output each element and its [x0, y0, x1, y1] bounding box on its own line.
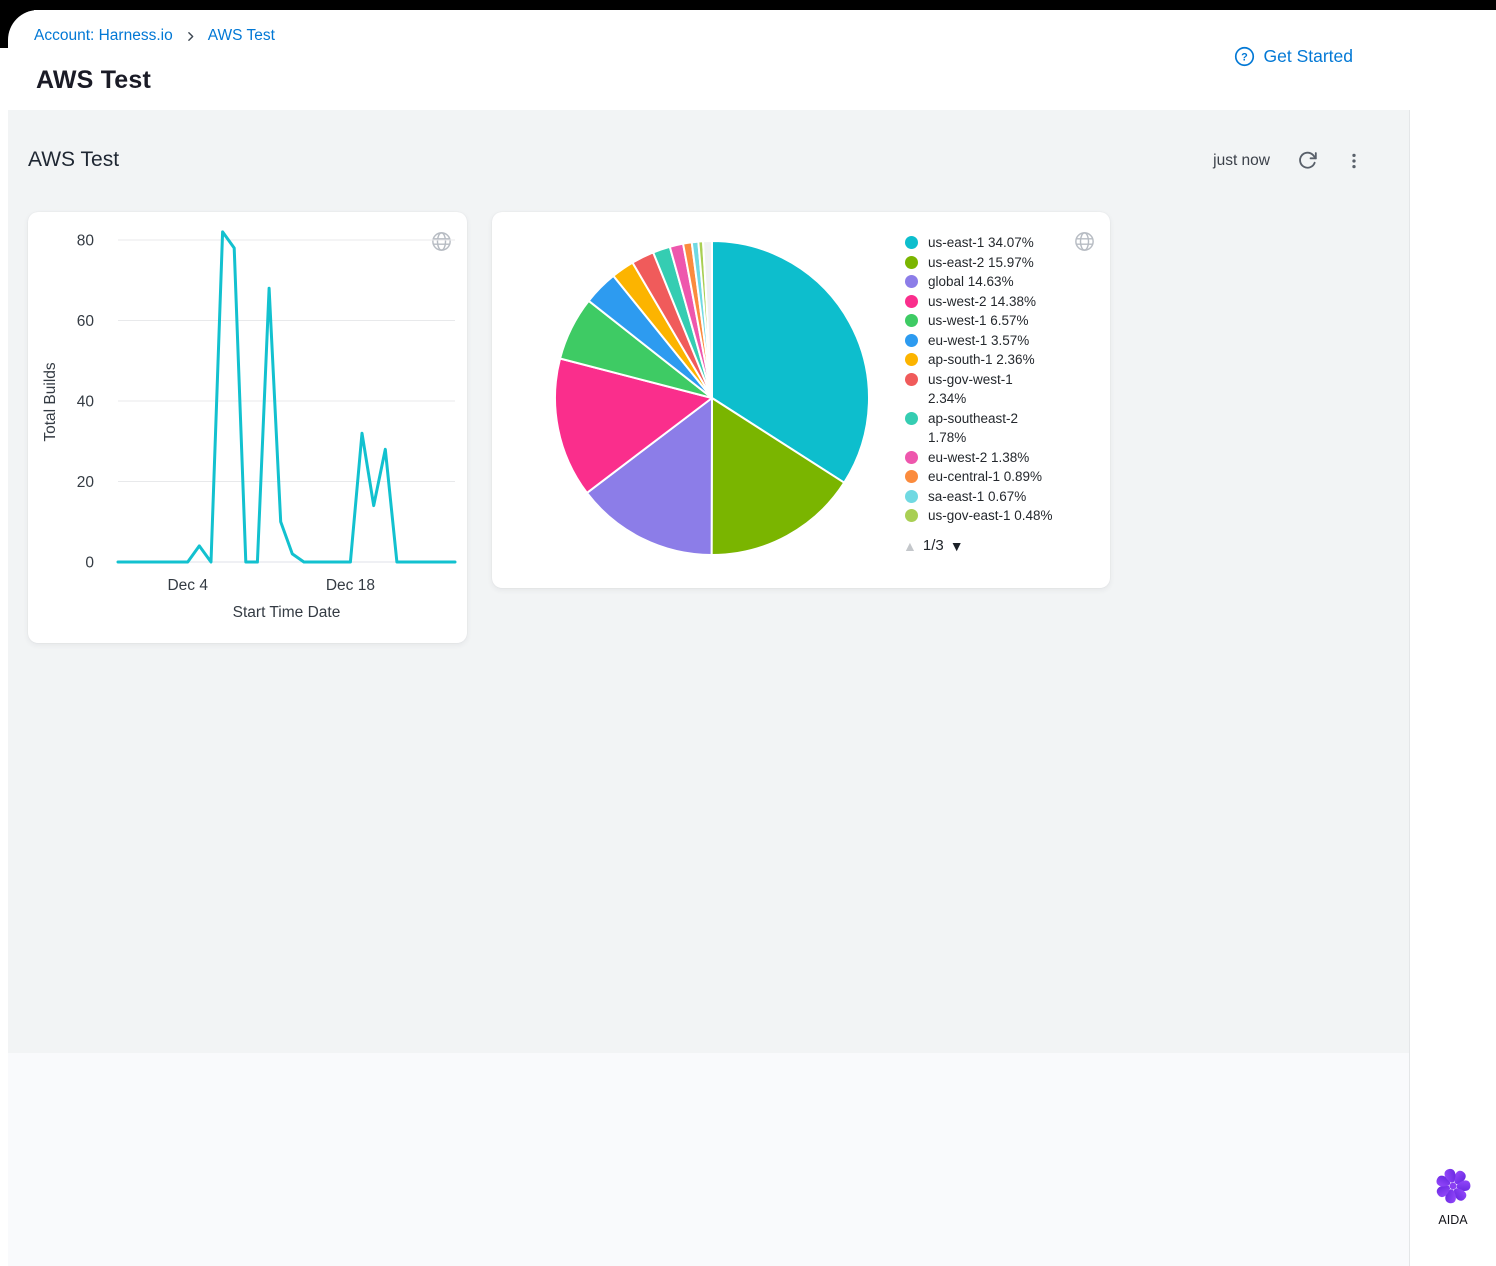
dashboard-menu-button[interactable]	[1345, 151, 1363, 171]
legend-label: us-gov-east-1 0.48%	[928, 506, 1053, 526]
right-rail: AIDA	[1410, 110, 1496, 1266]
last-refreshed-text: just now	[1213, 152, 1270, 170]
legend-item-eu-west-2[interactable]: eu-west-2 1.38%	[905, 448, 1077, 468]
legend-dot	[905, 256, 918, 269]
legend-item-eu-central-1[interactable]: eu-central-1 0.89%	[905, 467, 1077, 487]
legend-dot	[905, 353, 918, 366]
aida-pinwheel-icon	[1435, 1168, 1471, 1204]
legend-dot	[905, 373, 918, 386]
legend-label: us-west-2 14.38%	[928, 292, 1036, 312]
dashboard-footer-strip	[8, 1053, 1409, 1266]
legend-item-global[interactable]: global 14.63%	[905, 272, 1077, 292]
legend-page-up-icon[interactable]: ▲	[903, 538, 917, 554]
legend-item-eu-west-1[interactable]: eu-west-1 3.57%	[905, 331, 1077, 351]
legend-dot	[905, 451, 918, 464]
line-chart-card: 0 20 40 60 80 Dec 4 Dec 18 Start Time Date Total…	[28, 212, 467, 643]
legend-label: global 14.63%	[928, 272, 1014, 292]
legend-label: eu-west-1 3.57%	[928, 331, 1029, 351]
legend-dot	[905, 470, 918, 483]
legend-label: eu-central-1 0.89%	[928, 467, 1042, 487]
legend-label: ap-southeast-2 1.78%	[928, 409, 1053, 448]
legend-dot	[905, 412, 918, 425]
legend-dot	[905, 490, 918, 503]
legend-label: us-west-1 6.57%	[928, 311, 1029, 331]
legend-item-us-east-2[interactable]: us-east-2 15.97%	[905, 253, 1077, 273]
get-started-label: Get Started	[1264, 46, 1354, 67]
legend-item-us-east-1[interactable]: us-east-1 34.07%	[905, 233, 1077, 253]
legend-label: us-east-1 34.07%	[928, 233, 1034, 253]
legend-item-ap-southeast-2[interactable]: ap-southeast-2 1.78%	[905, 409, 1077, 448]
legend-pagination: ▲ 1/3 ▼	[903, 537, 964, 554]
legend-page-label: 1/3	[923, 537, 944, 554]
legend-item-us-gov-west-1[interactable]: us-gov-west-1 2.34%	[905, 370, 1077, 409]
legend-item-us-west-1[interactable]: us-west-1 6.57%	[905, 311, 1077, 331]
refresh-button[interactable]	[1297, 150, 1318, 171]
chevron-right-icon	[184, 30, 197, 43]
dashboard-title: AWS Test	[28, 148, 119, 172]
breadcrumb-account-link[interactable]: Account: Harness.io	[34, 27, 173, 45]
legend-dot	[905, 295, 918, 308]
legend-label: ap-south-1 2.36%	[928, 350, 1035, 370]
get-started-link[interactable]: ? Get Started	[1234, 46, 1354, 67]
svg-text:?: ?	[1241, 51, 1248, 63]
page-title: AWS Test	[36, 66, 151, 95]
aida-label: AIDA	[1435, 1213, 1471, 1227]
legend-label: us-east-2 15.97%	[928, 253, 1034, 273]
dashboard-toolbar: just now	[1213, 150, 1363, 171]
svg-text:Dec 4: Dec 4	[167, 577, 208, 594]
top-black-bar	[0, 0, 1496, 10]
svg-text:20: 20	[77, 474, 95, 491]
breadcrumb-current-link[interactable]: AWS Test	[208, 27, 275, 45]
svg-text:Dec 18: Dec 18	[326, 577, 375, 594]
legend-item-us-gov-east-1[interactable]: us-gov-east-1 0.48%	[905, 506, 1077, 526]
legend-label: sa-east-1 0.67%	[928, 487, 1026, 507]
svg-text:Total Builds: Total Builds	[42, 362, 59, 442]
kebab-menu-icon	[1345, 151, 1363, 171]
legend-label: us-gov-west-1 2.34%	[928, 370, 1053, 409]
svg-text:Start Time Date: Start Time Date	[233, 604, 341, 621]
dashboard-area: AWS Test just now	[8, 110, 1410, 1266]
legend-item-us-west-2[interactable]: us-west-2 14.38%	[905, 292, 1077, 312]
svg-text:0: 0	[85, 555, 94, 572]
legend-item-sa-east-1[interactable]: sa-east-1 0.67%	[905, 487, 1077, 507]
breadcrumb: Account: Harness.io AWS Test	[34, 27, 275, 45]
refresh-icon	[1297, 150, 1318, 171]
legend-dot	[905, 334, 918, 347]
svg-text:60: 60	[77, 313, 95, 330]
help-circle-icon: ?	[1234, 46, 1255, 67]
region-pie-chart[interactable]	[492, 212, 932, 588]
legend-item-ap-south-1[interactable]: ap-south-1 2.36%	[905, 350, 1077, 370]
legend-dot	[905, 314, 918, 327]
legend-dot	[905, 275, 918, 288]
pie-chart-card: us-east-1 34.07%us-east-2 15.97%global 1…	[492, 212, 1110, 588]
content-area: AWS Test just now	[8, 110, 1496, 1266]
total-builds-line-chart[interactable]: 0 20 40 60 80 Dec 4 Dec 18 Start Time Date Total…	[28, 212, 467, 643]
pie-legend: us-east-1 34.07%us-east-2 15.97%global 1…	[905, 233, 1077, 538]
main-panel: Account: Harness.io AWS Test AWS Test ? …	[8, 10, 1496, 1266]
page-header: Account: Harness.io AWS Test AWS Test ? …	[8, 10, 1496, 110]
legend-dot	[905, 236, 918, 249]
legend-label: eu-west-2 1.38%	[928, 448, 1029, 468]
legend-dot	[905, 509, 918, 522]
svg-text:80: 80	[77, 233, 95, 250]
aida-button[interactable]: AIDA	[1429, 1167, 1477, 1228]
svg-text:40: 40	[77, 394, 95, 411]
legend-page-down-icon[interactable]: ▼	[950, 538, 964, 554]
